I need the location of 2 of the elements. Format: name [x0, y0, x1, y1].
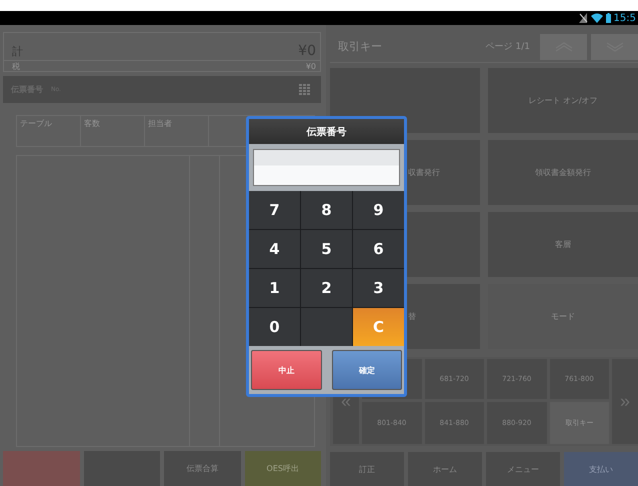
dialog-title: 伝票番号	[249, 119, 404, 144]
status-time: 15:5	[614, 12, 636, 24]
